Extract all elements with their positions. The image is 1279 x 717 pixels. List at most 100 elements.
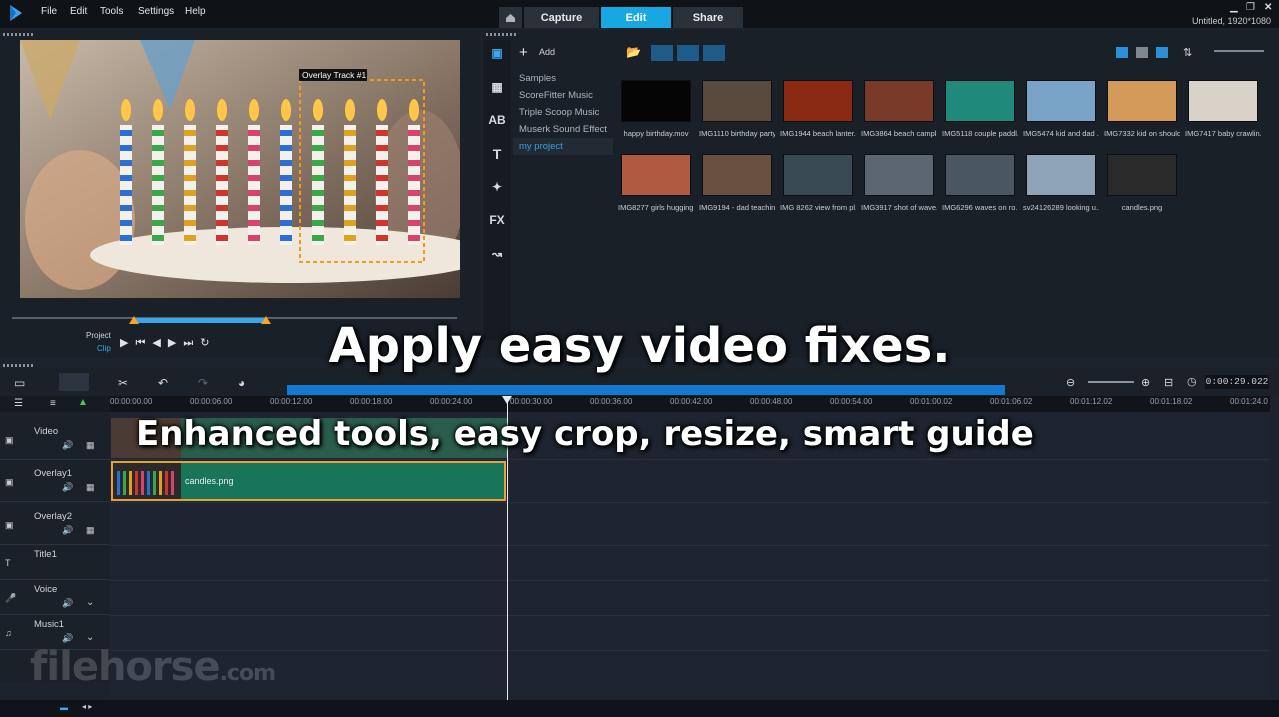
ruler-tick-label: 00:01:00.02 — [910, 397, 953, 406]
filter-photo-icon[interactable] — [677, 45, 699, 61]
folder-item[interactable]: Muserk Sound Effect — [513, 121, 613, 138]
instant-project-icon[interactable]: ▦ — [488, 80, 506, 98]
chapter-icon[interactable]: ≡ — [50, 398, 56, 409]
overlay-track-icon: ▣ — [5, 520, 14, 530]
fx-icon[interactable]: FX — [488, 213, 506, 231]
overlay-clip[interactable]: candles.png — [111, 461, 506, 501]
sort-icon[interactable]: ⇅ — [1183, 46, 1192, 59]
menu-help[interactable]: Help — [185, 6, 206, 17]
minimize-icon[interactable]: ▁ — [1230, 2, 1238, 13]
media-thumbnail[interactable] — [702, 154, 772, 196]
menu-edit[interactable]: Edit — [70, 6, 87, 17]
detail-view-icon[interactable] — [1136, 47, 1148, 58]
media-thumbnail[interactable] — [702, 80, 772, 122]
panel-grip[interactable] — [486, 33, 516, 36]
thumb-size-slider[interactable] — [1214, 50, 1264, 52]
zoom-slider[interactable] — [1088, 381, 1134, 383]
overlay-track-icon: ▣ — [5, 477, 14, 487]
lane-divider — [110, 650, 1270, 651]
title-track-icon: T — [5, 558, 11, 568]
video-preview[interactable]: Overlay Track #1 — [20, 40, 460, 298]
chevron-down-icon[interactable]: ⌄ — [86, 632, 94, 643]
media-thumbnail[interactable] — [1107, 80, 1177, 122]
grid-icon[interactable]: ▦ — [86, 482, 95, 493]
track-size-icon[interactable]: ▬ — [60, 703, 68, 712]
zoom-out-icon[interactable]: ⊖ — [1066, 376, 1075, 389]
timeline-view-icon[interactable] — [59, 373, 89, 391]
speaker-icon[interactable]: 🔊 — [62, 598, 73, 609]
home-icon — [506, 13, 515, 22]
speaker-icon[interactable]: 🔊 — [62, 440, 73, 451]
filter-audio-icon[interactable] — [703, 45, 725, 61]
folder-item[interactable]: Samples — [513, 70, 613, 87]
folder-list: Samples ScoreFitter Music Triple Scoop M… — [513, 70, 613, 360]
speaker-icon[interactable]: 🔊 — [62, 525, 73, 536]
grid-icon[interactable]: ▦ — [86, 525, 95, 536]
tab-capture[interactable]: Capture — [524, 7, 599, 28]
list-view-icon[interactable] — [1116, 47, 1128, 58]
fit-project-icon[interactable]: ⊟ — [1164, 376, 1173, 389]
track-label: Overlay2 — [34, 511, 73, 522]
storyboard-view-icon[interactable]: ▭ — [14, 376, 25, 390]
panel-grip[interactable] — [3, 33, 33, 36]
media-thumbnail[interactable] — [945, 154, 1015, 196]
import-folder-icon[interactable]: 📂 — [626, 45, 641, 59]
media-label: candles.png — [1121, 203, 1163, 212]
ruler-tick-label: 00:00:30.00 — [510, 397, 553, 406]
media-thumbnail[interactable] — [1026, 80, 1096, 122]
thumb-view-icon[interactable] — [1156, 47, 1168, 58]
media-thumbnail[interactable] — [864, 80, 934, 122]
media-label: IMG6296 waves on ro... — [942, 203, 1018, 212]
media-thumbnail[interactable] — [945, 80, 1015, 122]
timecode-display[interactable]: 0:00:29.022 — [1205, 375, 1269, 389]
tab-edit[interactable]: Edit — [601, 7, 671, 28]
add-marker-icon[interactable]: ▲ — [78, 397, 88, 408]
folder-item[interactable]: Triple Scoop Music — [513, 104, 613, 121]
ruler-tick-label: 00:00:48.00 — [750, 397, 793, 406]
path-icon[interactable]: ↝ — [488, 247, 506, 265]
title-icon[interactable]: T — [488, 146, 506, 164]
menu-settings[interactable]: Settings — [138, 6, 174, 17]
menu-tools[interactable]: Tools — [100, 6, 123, 17]
media-thumbnail[interactable] — [864, 154, 934, 196]
add-folder-label[interactable]: Add — [539, 47, 555, 57]
folder-item[interactable]: ScoreFitter Music — [513, 87, 613, 104]
clock-icon: ◷ — [1187, 376, 1197, 388]
timeline-ruler[interactable]: 00:00:00.00 00:00:06.00 00:00:12.00 00:00:1… — [110, 396, 1270, 412]
media-thumbnail[interactable] — [621, 80, 691, 122]
media-thumbnail[interactable] — [1188, 80, 1258, 122]
playhead-handle[interactable] — [502, 396, 512, 404]
tools-icon[interactable]: ✂ — [118, 376, 128, 390]
media-label: IMG1944 beach lanter... — [780, 129, 856, 138]
folder-item-selected[interactable]: my project — [513, 138, 613, 155]
add-folder-icon[interactable]: + — [519, 44, 528, 61]
color-grading-icon[interactable]: ◕ — [238, 376, 245, 390]
menu-file[interactable]: File — [41, 6, 57, 17]
filter-video-icon[interactable] — [651, 45, 673, 61]
undo-icon[interactable]: ↶ — [158, 376, 168, 390]
grid-icon[interactable]: ▦ — [86, 440, 95, 451]
chevron-down-icon[interactable]: ⌄ — [86, 597, 94, 608]
watermark-suffix: .com — [219, 661, 276, 686]
transition-icon[interactable]: AB — [488, 113, 506, 131]
close-icon[interactable]: ✕ — [1264, 2, 1272, 13]
speaker-icon[interactable]: 🔊 — [62, 633, 73, 644]
graphics-icon[interactable]: ✦ — [488, 180, 506, 198]
ruler-tick-label: 00:00:06.00 — [190, 397, 233, 406]
media-thumbnail[interactable] — [783, 80, 853, 122]
scroll-arrows-icon[interactable]: ◂ ▸ — [82, 702, 92, 711]
speaker-icon[interactable]: 🔊 — [62, 482, 73, 493]
media-thumbnail[interactable] — [783, 154, 853, 196]
media-thumbnail[interactable] — [1026, 154, 1096, 196]
restore-icon[interactable]: ❐ — [1246, 2, 1255, 13]
media-thumbnail[interactable] — [1107, 154, 1177, 196]
media-label: IMG3864 beach campl... — [861, 129, 937, 138]
media-thumbnail[interactable] — [621, 154, 691, 196]
zoom-in-icon[interactable]: ⊕ — [1141, 376, 1150, 389]
media-library-icon[interactable]: ▣ — [488, 46, 506, 64]
media-label: sv24126289 looking u... — [1023, 203, 1099, 212]
track-manager-icon[interactable]: ☰ — [14, 398, 23, 409]
tab-share[interactable]: Share — [673, 7, 743, 28]
home-tab[interactable] — [499, 7, 522, 28]
redo-icon[interactable]: ↷ — [198, 376, 208, 390]
